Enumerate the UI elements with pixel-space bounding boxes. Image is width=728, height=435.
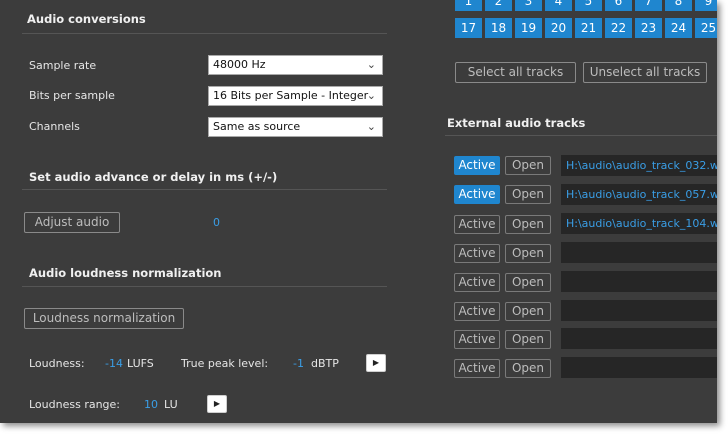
- track-active-toggle[interactable]: Active: [454, 185, 500, 204]
- play-icon: ▶: [372, 358, 380, 367]
- track-open-button[interactable]: Open: [505, 244, 551, 263]
- track-path-field[interactable]: H:\audio\audio_track_032.wav: [561, 155, 717, 176]
- track-open-button[interactable]: Open: [505, 330, 551, 349]
- sample-rate-label: Sample rate: [29, 59, 97, 72]
- sample-rate-value: 48000 Hz: [213, 58, 266, 71]
- track-active-toggle[interactable]: Active: [454, 359, 500, 378]
- true-peak-label: True peak level:: [181, 357, 269, 370]
- bits-per-sample-value: 16 Bits per Sample - Integer: [213, 89, 369, 102]
- track-active-toggle[interactable]: Active: [454, 273, 500, 292]
- bits-per-sample-label: Bits per sample: [29, 89, 115, 102]
- track-path-field[interactable]: [561, 328, 717, 349]
- unselect-all-tracks-button[interactable]: Unselect all tracks: [583, 62, 707, 83]
- divider: [445, 135, 717, 136]
- external-audio-tracks-title: External audio tracks: [447, 116, 586, 130]
- track-open-button[interactable]: Open: [505, 215, 551, 234]
- track-path-field[interactable]: H:\audio\audio_track_104.wav: [561, 213, 717, 234]
- track-open-button[interactable]: Open: [505, 185, 551, 204]
- track-number-tile[interactable]: 23: [635, 18, 662, 38]
- track-number-tile[interactable]: 6: [605, 0, 632, 11]
- loudness-range-label: Loudness range:: [29, 398, 121, 411]
- track-number-tile[interactable]: 3: [515, 0, 542, 11]
- adjust-audio-button[interactable]: Adjust audio: [24, 212, 120, 233]
- channels-value: Same as source: [213, 120, 301, 133]
- chevron-down-icon: ⌄: [366, 89, 376, 102]
- true-peak-value: -1: [293, 357, 304, 370]
- track-number-tile[interactable]: 1: [455, 0, 482, 11]
- track-number-tile[interactable]: 25: [695, 18, 717, 38]
- loudness-unit: LUFS: [127, 357, 154, 370]
- loudness-label: Loudness:: [29, 357, 85, 370]
- divider: [22, 286, 387, 287]
- track-number-tile[interactable]: 18: [485, 18, 512, 38]
- sample-rate-select[interactable]: 48000 Hz ⌄: [208, 55, 383, 75]
- track-active-toggle[interactable]: Active: [454, 330, 500, 349]
- track-path-field[interactable]: [561, 271, 717, 292]
- track-active-toggle[interactable]: Active: [454, 156, 500, 175]
- channels-label: Channels: [29, 120, 80, 133]
- audio-conversions-title: Audio conversions: [27, 12, 146, 26]
- track-active-toggle[interactable]: Active: [454, 302, 500, 321]
- track-number-tile[interactable]: 20: [545, 18, 572, 38]
- play-button[interactable]: ▶: [207, 395, 227, 413]
- play-icon: ▶: [213, 399, 221, 408]
- track-number-tile[interactable]: 2: [485, 0, 512, 11]
- play-button[interactable]: ▶: [366, 354, 386, 372]
- track-open-button[interactable]: Open: [505, 302, 551, 321]
- divider: [22, 33, 387, 34]
- track-number-tile[interactable]: 9: [695, 0, 717, 11]
- track-number-tile[interactable]: 19: [515, 18, 542, 38]
- track-open-button[interactable]: Open: [505, 156, 551, 175]
- track-active-toggle[interactable]: Active: [454, 244, 500, 263]
- track-open-button[interactable]: Open: [505, 359, 551, 378]
- loudness-normalization-button[interactable]: Loudness normalization: [24, 308, 184, 329]
- chevron-down-icon: ⌄: [366, 120, 376, 133]
- track-number-tile[interactable]: 22: [605, 18, 632, 38]
- divider: [22, 189, 387, 190]
- track-number-tile[interactable]: 7: [635, 0, 662, 11]
- true-peak-unit: dBTP: [311, 357, 339, 370]
- track-open-button[interactable]: Open: [505, 273, 551, 292]
- track-number-tile[interactable]: 21: [575, 18, 602, 38]
- track-active-toggle[interactable]: Active: [454, 215, 500, 234]
- track-number-tile[interactable]: 17: [455, 18, 482, 38]
- select-all-tracks-button[interactable]: Select all tracks: [455, 62, 576, 83]
- track-number-tile[interactable]: 8: [665, 0, 692, 11]
- bits-per-sample-select[interactable]: 16 Bits per Sample - Integer ⌄: [208, 86, 383, 106]
- loudness-normalization-title: Audio loudness normalization: [29, 266, 222, 280]
- track-path-field[interactable]: H:\audio\audio_track_057.wav: [561, 184, 717, 205]
- channels-select[interactable]: Same as source ⌄: [208, 117, 383, 137]
- chevron-down-icon: ⌄: [366, 58, 376, 71]
- loudness-range-unit: LU: [164, 398, 178, 411]
- track-path-field[interactable]: [561, 300, 717, 321]
- track-number-tile[interactable]: 24: [665, 18, 692, 38]
- track-number-tile[interactable]: 5: [575, 0, 602, 11]
- track-number-tile[interactable]: 4: [545, 0, 572, 11]
- track-path-field[interactable]: [561, 242, 717, 263]
- loudness-value: -14: [105, 357, 123, 370]
- audio-settings-panel: Audio conversions Sample rate 48000 Hz ⌄…: [0, 0, 717, 423]
- track-path-field[interactable]: [561, 357, 717, 378]
- advance-delay-title: Set audio advance or delay in ms (+/-): [29, 170, 278, 184]
- advance-delay-value: 0: [213, 216, 220, 229]
- loudness-range-value: 10: [144, 398, 158, 411]
